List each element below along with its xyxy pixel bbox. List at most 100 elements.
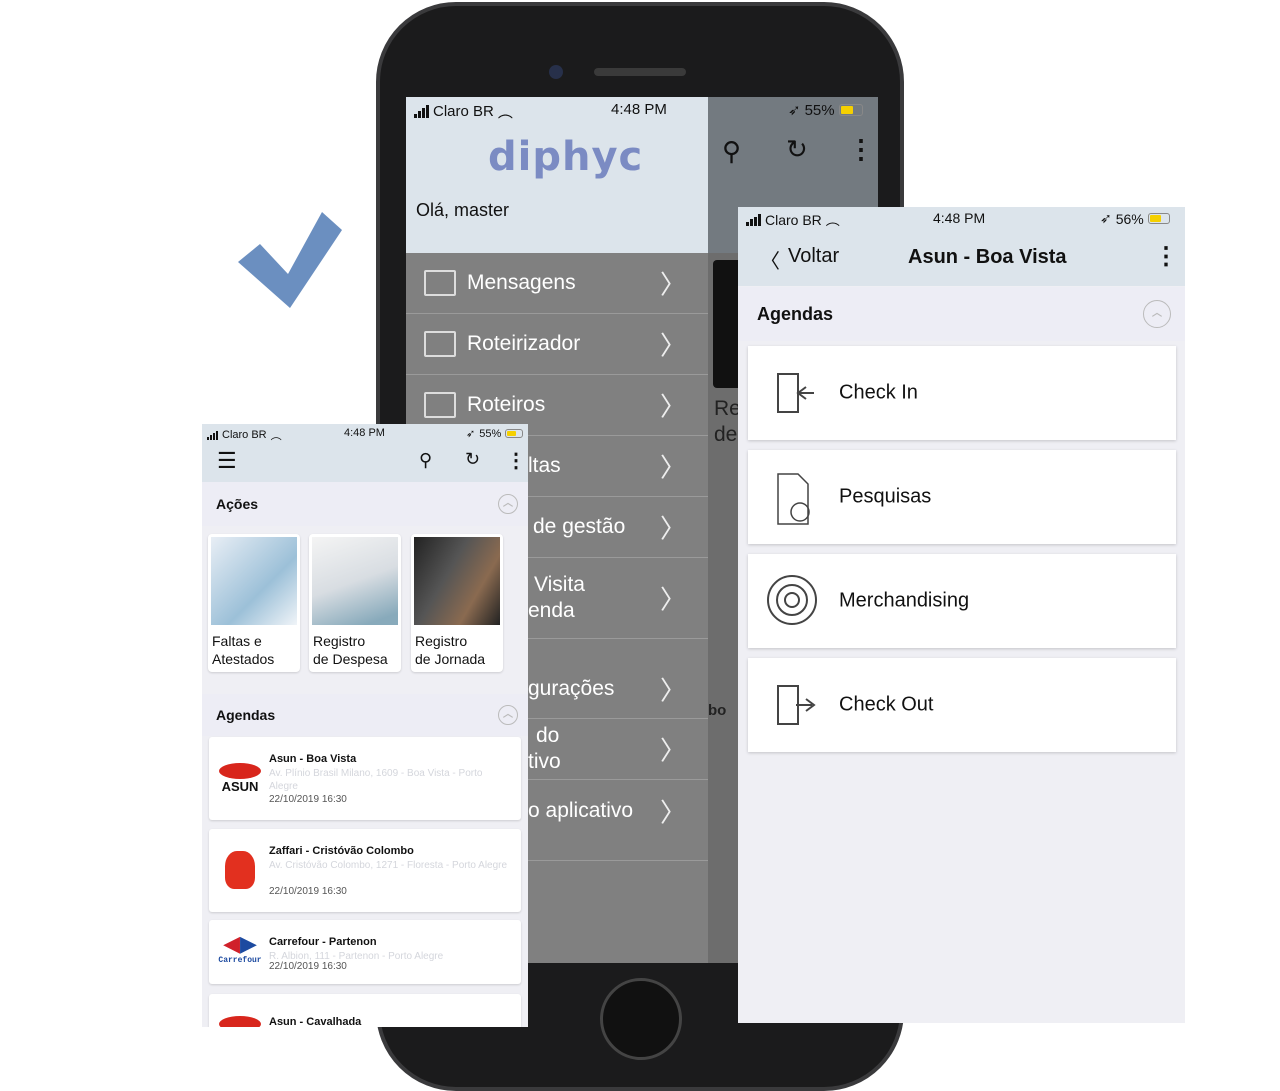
zaffari-logo xyxy=(215,851,265,891)
back-button[interactable]: 〈 Voltar xyxy=(760,245,839,274)
chevron-left-icon: 〈 xyxy=(760,251,780,273)
item-label: Check Out xyxy=(839,693,934,716)
item-label: Pesquisas xyxy=(839,485,932,508)
left-screen: Claro BR ︵ 4:48 PM ➶ 55% ☰ ⚲ ↻ ⋮ Ações ︿ Fa… xyxy=(202,424,528,1027)
main-status-left: Claro BR ︵ xyxy=(414,101,513,122)
refresh-icon[interactable]: ↻ xyxy=(465,449,480,470)
agenda-name: Carrefour - Partenon xyxy=(269,936,377,948)
map-icon xyxy=(424,331,456,357)
action-label: Atestados xyxy=(212,651,275,667)
chevron-right-icon: 〉 xyxy=(659,797,686,828)
more-icon[interactable]: ⋮ xyxy=(1154,242,1178,271)
collapse-icon[interactable]: ︿ xyxy=(498,705,518,725)
right-screen: Claro BR ︵ 4:48 PM ➶ 56% 〈 Voltar Asun - Bo… xyxy=(738,207,1185,1023)
section-acoes[interactable]: Ações ︿ xyxy=(202,482,528,526)
check-in-icon xyxy=(777,373,814,413)
menu-label: tivo xyxy=(528,750,561,773)
chevron-right-icon: 〉 xyxy=(659,735,686,766)
battery-level: 55% xyxy=(479,427,502,440)
bg-text: de xyxy=(714,423,738,446)
battery-level: 55% xyxy=(804,101,835,119)
status-left: Claro BR ︵ xyxy=(207,427,282,443)
chevron-right-icon: 〉 xyxy=(659,452,686,483)
search-icon[interactable]: ⚲ xyxy=(419,450,432,471)
menu-label: enda xyxy=(528,599,575,622)
asun-logo xyxy=(215,1016,265,1027)
battery-icon xyxy=(505,429,524,438)
menu-item-roteirizador[interactable]: Roteirizador 〉 xyxy=(406,314,708,375)
status-time: 4:48 PM xyxy=(611,101,667,118)
section-agendas[interactable]: Agendas ︿ xyxy=(202,694,528,736)
more-icon[interactable]: ⋮ xyxy=(506,448,526,473)
action-faltas[interactable]: Faltas e Atestados xyxy=(208,534,300,672)
carrier: Claro BR xyxy=(222,429,267,441)
agenda-address: Av. Cristóvão Colombo, 1271 - Floresta -… xyxy=(269,860,508,871)
check-out-icon xyxy=(777,685,816,725)
phone-speaker xyxy=(594,68,686,76)
action-jornada[interactable]: Registro de Jornada xyxy=(411,534,503,672)
agenda-item[interactable]: ASUN Asun - Boa Vista Av. Plínio Brasil Mi… xyxy=(209,737,521,820)
action-label: de Despesa xyxy=(313,651,388,667)
chevron-right-icon: 〉 xyxy=(659,675,686,705)
home-button[interactable] xyxy=(600,978,682,1060)
collapse-icon[interactable]: ︿ xyxy=(498,494,518,514)
item-check-out[interactable]: Check Out xyxy=(748,658,1176,752)
back-label: Voltar xyxy=(788,245,840,267)
calculator-image xyxy=(312,537,398,625)
target-icon xyxy=(767,575,817,625)
wifi-icon: ︵ xyxy=(825,212,840,228)
asun-logo: ASUN xyxy=(215,759,265,799)
carrier: Claro BR xyxy=(433,103,494,120)
agenda-item[interactable]: Zaffari - Cristóvão Colombo Av. Cristóvão… xyxy=(209,829,521,912)
agenda-date: 22/10/2019 16:30 xyxy=(269,886,347,897)
agenda-name: Zaffari - Cristóvão Colombo xyxy=(269,845,414,857)
chevron-right-icon: 〉 xyxy=(659,391,686,422)
wifi-icon: ︵ xyxy=(497,104,513,121)
menu-label: o aplicativo xyxy=(528,799,634,822)
item-merchandising[interactable]: Merchandising xyxy=(748,554,1176,648)
main-status-right: ➶ 55% xyxy=(788,101,863,119)
carrier: Claro BR xyxy=(765,212,822,228)
section-title: Agendas xyxy=(757,303,834,324)
collapse-icon[interactable]: ︿ xyxy=(1143,300,1171,328)
menu-label: Mensagens xyxy=(467,271,576,294)
action-label: Registro xyxy=(313,633,366,649)
signal-icon xyxy=(414,105,429,118)
wifi-icon: ︵ xyxy=(270,430,282,442)
chevron-right-icon: 〉 xyxy=(659,584,686,615)
agenda-name: Asun - Cavalhada xyxy=(269,1016,362,1027)
item-check-in[interactable]: Check In xyxy=(748,346,1176,440)
battery-icon xyxy=(838,104,863,116)
hamburger-menu-icon[interactable]: ☰ xyxy=(217,448,237,474)
signal-icon xyxy=(746,214,761,226)
status-time: 4:48 PM xyxy=(933,210,986,226)
agenda-name: Asun - Boa Vista xyxy=(269,753,357,765)
menu-label: Roteirizador xyxy=(467,332,581,355)
item-pesquisas[interactable]: Pesquisas xyxy=(748,450,1176,544)
section-agendas[interactable]: Agendas ︿ xyxy=(738,287,1185,341)
search-icon[interactable]: ⚲ xyxy=(722,136,741,167)
agenda-date: 22/10/2019 16:30 xyxy=(269,961,347,972)
bg-text: Re xyxy=(714,397,741,420)
menu-label: do xyxy=(536,724,560,747)
signal-icon xyxy=(207,430,218,440)
carrefour-logo: ◀▶ Carrefour xyxy=(218,931,262,966)
action-label: Registro xyxy=(415,633,468,649)
action-despesa[interactable]: Registro de Despesa xyxy=(309,534,401,672)
menu-label: Visita xyxy=(534,573,585,596)
battery-level: 56% xyxy=(1115,210,1144,227)
phone-camera xyxy=(549,65,563,79)
section-title: Agendas xyxy=(216,707,276,723)
agenda-item[interactable]: ◀▶ Carrefour Carrefour - Partenon R. Albion… xyxy=(209,920,521,984)
agenda-item[interactable]: Asun - Cavalhada xyxy=(209,994,521,1027)
more-icon[interactable]: ⋮ xyxy=(848,134,874,165)
status-right: ➶ 55% xyxy=(466,427,524,440)
map-icon xyxy=(424,392,456,418)
menu-item-mensagens[interactable]: Mensagens 〉 xyxy=(406,253,708,314)
agenda-date: 22/10/2019 16:30 xyxy=(269,794,347,805)
doctor-image xyxy=(211,537,297,625)
menu-label: de gestão xyxy=(533,515,626,538)
item-label: Check In xyxy=(839,381,918,404)
refresh-icon[interactable]: ↻ xyxy=(786,134,808,165)
battery-icon xyxy=(1147,213,1170,224)
